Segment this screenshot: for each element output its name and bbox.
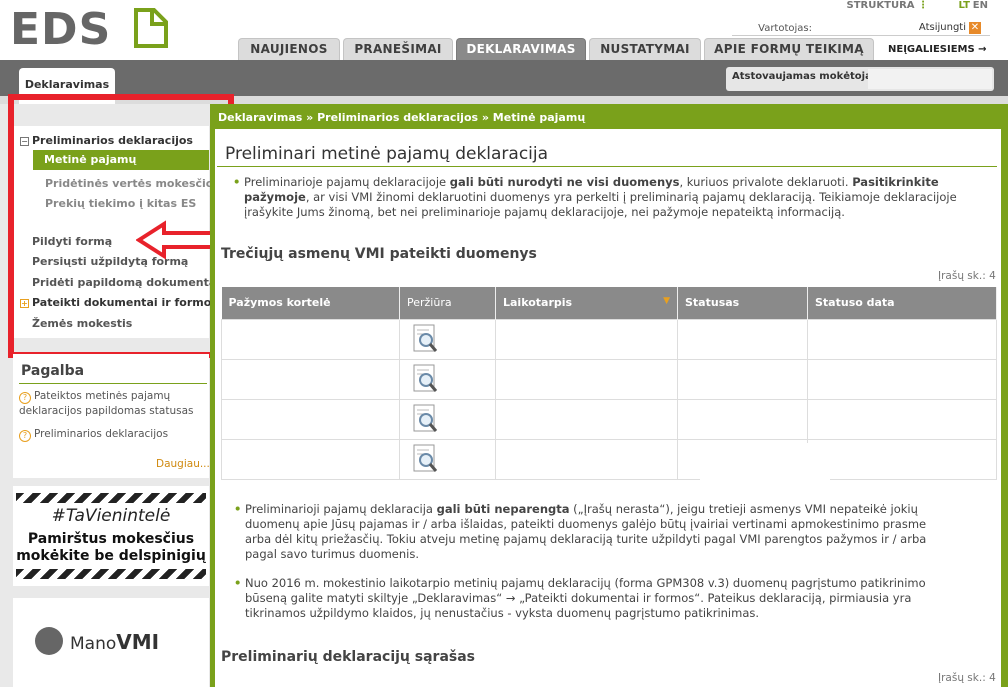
banner-line-2: mokėkite be delspinigių — [16, 548, 206, 564]
col-pazymos-kortele[interactable]: Pažymos kortelė — [221, 287, 400, 319]
utility-bar: STRUKTŪRA ⋮ LT EN — [708, 0, 1008, 14]
lang-en-link[interactable]: EN — [973, 0, 988, 11]
accessibility-link[interactable]: NEĮGALIESIEMS → — [888, 44, 987, 55]
cell-perziura[interactable] — [399, 358, 496, 400]
records-count: Įrašų sk.: 4 — [938, 270, 996, 282]
mano-vmi-logo: ManoVMI — [70, 630, 160, 654]
col-statuso-data[interactable]: Statuso data — [807, 287, 997, 319]
tab-nustatymai[interactable]: NUSTATYMAI — [589, 38, 701, 60]
banner-line-1: Pamirštus mokesčius — [27, 531, 195, 547]
logout-link[interactable]: Atsijungti — [919, 22, 966, 33]
cell-statuso-data — [807, 358, 997, 400]
logout-icon[interactable]: ✕ — [969, 22, 981, 34]
cell-laikotarpis — [495, 398, 678, 440]
cell-statuso-data — [807, 318, 997, 360]
cell-statuso-data — [807, 398, 997, 440]
note-paragraph-2: Nuo 2016 m. mokestinio laikotarpio metin… — [234, 576, 945, 621]
view-document-icon[interactable] — [413, 364, 439, 394]
cell-statusas — [677, 398, 808, 440]
third-party-table: Pažymos kortelė Peržiūra Laikotarpis ▼ St… — [221, 287, 997, 480]
list-records-count: Įrašų sk.: 4 — [938, 672, 996, 684]
tab-apie-formu-teikima[interactable]: APIE FORMŲ TEIKIMĄ — [704, 38, 874, 60]
note-paragraph-1: Preliminarioji pajamų deklaracija gali b… — [234, 502, 945, 562]
table-row — [221, 438, 997, 480]
cell-perziura[interactable] — [399, 318, 496, 360]
view-document-icon[interactable] — [413, 444, 439, 474]
list-section-title: Preliminarių deklaracijų sąrašas — [221, 649, 476, 665]
help-divider — [19, 383, 207, 384]
logo-text: EDS — [10, 6, 111, 48]
col-laikotarpis[interactable]: Laikotarpis ▼ — [495, 287, 678, 319]
utility-divider — [732, 35, 990, 36]
question-icon: ? — [19, 392, 31, 404]
intro-paragraph: Preliminarioje pajamų deklaracijoje gali… — [233, 175, 966, 220]
help-item-preliminarios[interactable]: ? Preliminarios deklaracijos — [19, 427, 209, 442]
cell-kortele — [221, 438, 400, 480]
represented-payer-label: Atstovaujamas mokėtojas: — [732, 71, 882, 82]
table-row — [221, 318, 997, 360]
help-more-link[interactable]: Daugiau... — [156, 458, 210, 470]
help-item-papildomas-statusas[interactable]: ? Pateiktos metinės pajamų deklaracijos p… — [19, 389, 209, 419]
page-title: Preliminari metinė pajamų deklaracija — [225, 144, 549, 164]
banner-hashtag: #TaVienintelė — [51, 506, 171, 526]
cell-perziura[interactable] — [399, 398, 496, 440]
table-row — [221, 358, 997, 400]
banner-stripe-top — [16, 493, 206, 503]
lang-lt-link[interactable]: LT — [958, 0, 970, 11]
structure-icon: ⋮ — [918, 0, 928, 11]
cell-perziura[interactable] — [399, 438, 496, 480]
tab-naujienos[interactable]: NAUJIENOS — [238, 38, 340, 60]
tab-deklaravimas[interactable]: DEKLARAVIMAS — [456, 38, 586, 60]
table-row — [221, 398, 997, 440]
cell-laikotarpis — [495, 318, 678, 360]
represented-payer-box[interactable]: Atstovaujamas mokėtojas: — [726, 67, 994, 91]
structure-link[interactable]: STRUKTŪRA ⋮ — [847, 0, 928, 11]
col-statusas[interactable]: Statusas — [677, 287, 808, 319]
eds-logo[interactable]: EDS — [10, 6, 170, 48]
cell-kortele — [221, 398, 400, 440]
cell-kortele — [221, 318, 400, 360]
col-perziura[interactable]: Peržiūra — [399, 287, 496, 319]
third-party-section-title: Trečiųjų asmenų VMI pateikti duomenys — [221, 246, 537, 262]
cell-laikotarpis — [495, 358, 678, 400]
sort-desc-icon[interactable]: ▼ — [663, 296, 670, 306]
title-divider — [217, 166, 997, 167]
help-title: Pagalba — [21, 363, 85, 379]
redacted-area — [700, 443, 830, 481]
banner-stripe-bottom — [16, 569, 206, 579]
cell-statusas — [677, 318, 808, 360]
cell-statuso-data — [807, 438, 997, 480]
represented-payer-value — [868, 69, 992, 89]
question-icon: ? — [19, 430, 31, 442]
breadcrumb[interactable]: Deklaravimas » Preliminarios deklaracijo… — [218, 111, 585, 124]
user-avatar-icon — [35, 627, 63, 655]
user-label: Vartotojas: — [758, 23, 812, 34]
view-document-icon[interactable] — [413, 324, 439, 354]
cell-laikotarpis — [495, 438, 678, 480]
cell-statusas — [677, 358, 808, 400]
tab-pranesimai[interactable]: PRANEŠIMAI — [343, 38, 453, 60]
cell-kortele — [221, 358, 400, 400]
view-document-icon[interactable] — [413, 404, 439, 434]
